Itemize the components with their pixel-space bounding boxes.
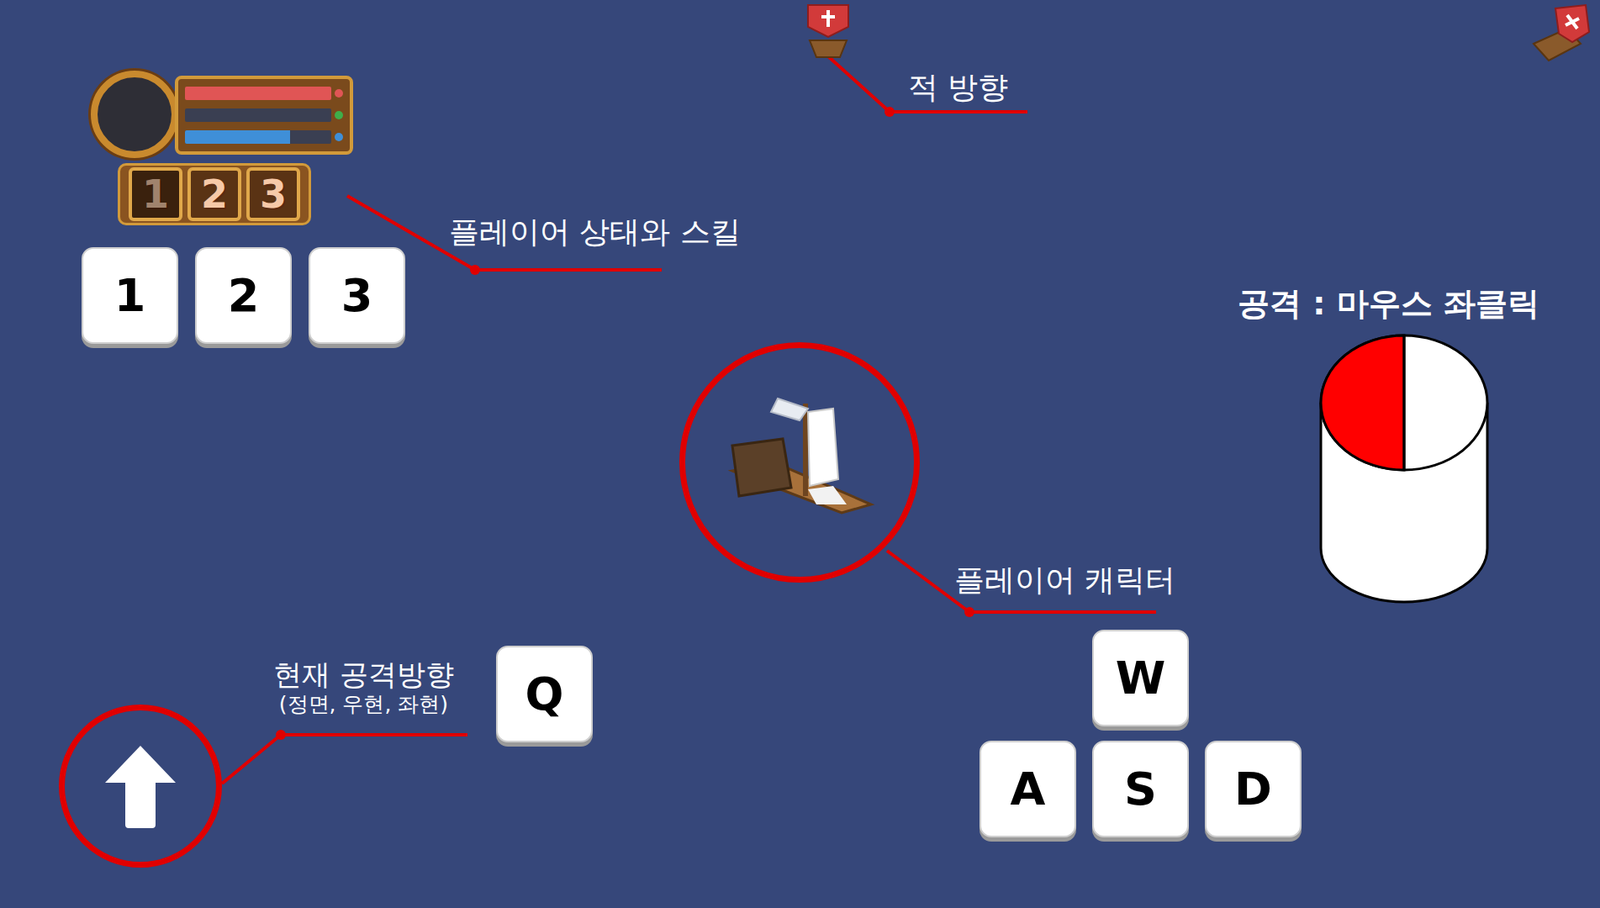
key-cap: A <box>979 740 1077 838</box>
key-cap: D <box>1204 740 1302 838</box>
bar-fill <box>184 130 291 144</box>
cooldown-overlay <box>132 170 180 218</box>
bar-dot <box>334 89 344 98</box>
skill-slot[interactable]: 1 <box>128 167 183 222</box>
enemy-direction-label: 적 방향 <box>908 72 1009 103</box>
key-cap: S <box>1092 740 1189 838</box>
bar-track <box>184 86 332 101</box>
health-bar <box>184 86 344 101</box>
portrait-frame <box>90 70 179 159</box>
move-keys-row: A S D <box>979 740 1302 838</box>
attack-hint: 공격 : 마우스 좌클릭 <box>1237 287 1540 320</box>
key-cap: W <box>1092 629 1189 727</box>
bar-track <box>184 130 332 144</box>
skill-label: 2 <box>200 174 228 214</box>
mana-bar <box>184 130 344 144</box>
ship-icon <box>715 386 884 539</box>
skill-bar: 1 2 3 <box>117 163 312 226</box>
key-cap: 1 <box>81 247 179 344</box>
skill-slot[interactable]: 2 <box>187 167 242 222</box>
skill-slot[interactable]: 3 <box>246 167 301 222</box>
bar-dot <box>334 132 344 142</box>
left-button[interactable] <box>1320 335 1405 470</box>
bar-track <box>184 108 332 122</box>
key-cap: Q <box>496 645 593 743</box>
key-cap: 2 <box>195 247 292 344</box>
attack-direction-indicator <box>58 704 222 868</box>
skill-keys: 1 2 3 <box>81 247 406 344</box>
player-status-label: 플레이어 상태와 스킬 <box>448 216 741 248</box>
key-cap: 3 <box>308 247 406 344</box>
mouse-icon <box>1319 333 1490 605</box>
arrow-up-icon <box>101 742 180 830</box>
attack-direction-caption: 현재 공격방향 (정면, 우현, 좌현) <box>273 660 455 715</box>
attack-direction-label: 현재 공격방향 <box>273 660 455 689</box>
bar-dot <box>334 110 344 120</box>
player-character-label: 플레이어 캐릭터 <box>954 565 1176 596</box>
attack-direction-options: (정면, 우현, 좌현) <box>279 693 449 715</box>
skill-label: 3 <box>259 174 287 214</box>
enemy-marker-icon <box>1530 3 1595 68</box>
bar-fill <box>184 86 332 101</box>
status-bars <box>174 75 354 155</box>
enemy-marker-icon <box>802 1 854 61</box>
stamina-bar <box>184 108 344 122</box>
game-screen: 1 2 3 1 2 3 적 방향 플레이어 상태와 스킬 <box>0 0 1600 908</box>
player-highlight <box>679 342 920 583</box>
